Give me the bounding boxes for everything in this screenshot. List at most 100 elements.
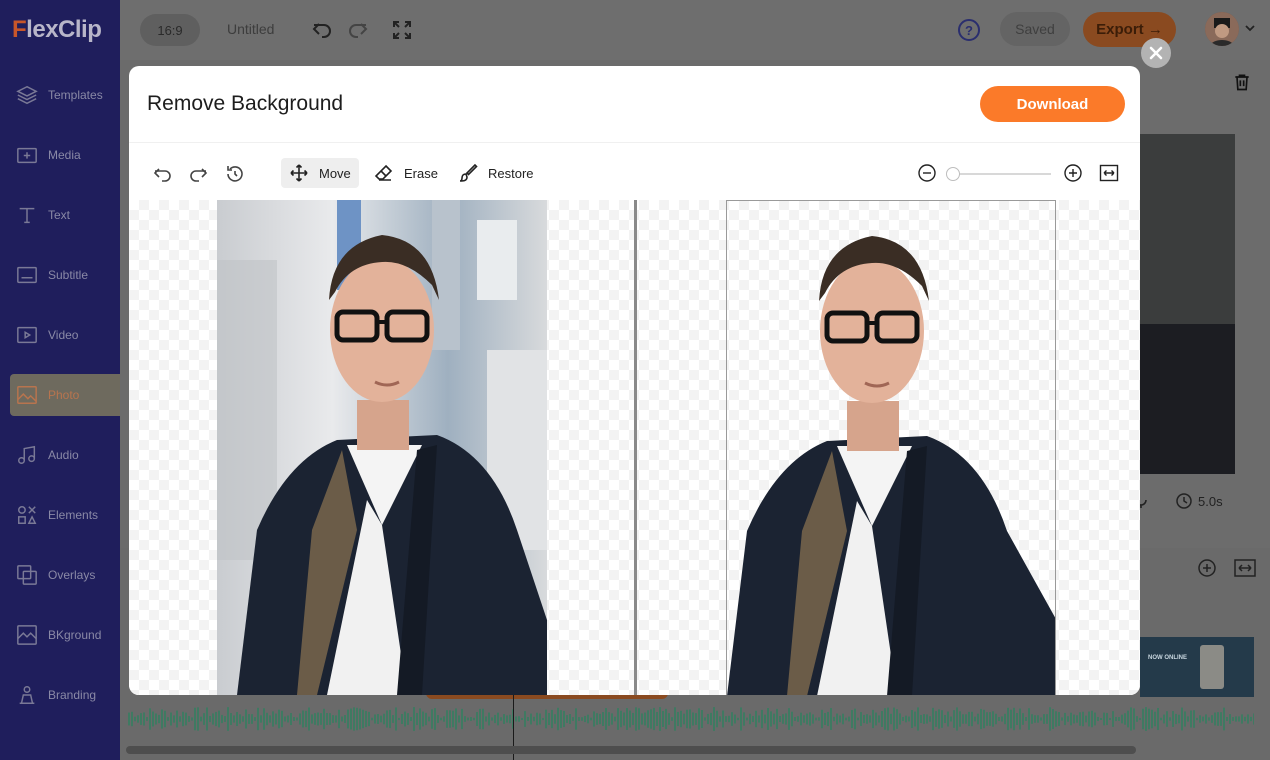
waveform-bar — [902, 717, 904, 721]
waveform-bar — [413, 707, 415, 731]
waveform-bar — [848, 716, 850, 722]
waveform-bar — [1073, 714, 1075, 724]
sidebar-item-label: Media — [48, 148, 81, 162]
waveform-bar — [500, 717, 502, 721]
aspect-ratio-button[interactable]: 16:9 — [140, 14, 200, 46]
waveform-bar — [242, 716, 244, 722]
close-modal-button[interactable] — [1141, 38, 1171, 68]
undo-icon[interactable] — [310, 18, 334, 42]
preview-subject — [1140, 324, 1235, 474]
waveform-bar — [419, 708, 421, 730]
sidebar-item-label: Video — [48, 328, 79, 342]
waveform-bar — [287, 715, 289, 723]
waveform-bar — [977, 713, 979, 725]
sidebar-item-text[interactable]: Text — [0, 194, 120, 236]
waveform-bar — [554, 714, 556, 724]
remove-bg-canvas[interactable] — [129, 200, 1140, 695]
sidebar-item-media[interactable]: Media — [0, 134, 120, 176]
waveform-bar — [455, 708, 457, 730]
waveform-bar — [653, 707, 655, 731]
redo-icon[interactable] — [187, 163, 209, 185]
audio-waveform[interactable] — [128, 705, 1254, 733]
waveform-bar — [944, 714, 946, 724]
download-button[interactable]: Download — [980, 86, 1125, 122]
waveform-bar — [266, 712, 268, 726]
sidebar-item-background[interactable]: BKground — [0, 614, 120, 656]
waveform-bar — [698, 708, 700, 730]
waveform-bar — [965, 714, 967, 724]
waveform-bar — [641, 713, 643, 725]
zoom-slider-handle[interactable] — [946, 167, 960, 181]
fullscreen-icon[interactable] — [390, 18, 414, 42]
waveform-bar — [635, 707, 637, 731]
waveform-bar — [326, 713, 328, 725]
zoom-in-icon[interactable] — [1197, 558, 1217, 578]
avatar[interactable] — [1205, 12, 1239, 46]
waveform-bar — [284, 716, 286, 722]
sidebar-item-photo[interactable]: Photo — [10, 374, 120, 416]
preview-canvas[interactable] — [1140, 134, 1235, 474]
chevron-down-icon[interactable] — [1244, 22, 1256, 34]
flexclip-logo[interactable]: FlexClip — [12, 16, 102, 44]
waveform-bar — [845, 717, 847, 721]
sidebar-item-video[interactable]: Video — [0, 314, 120, 356]
waveform-bar — [185, 712, 187, 726]
waveform-bar — [1211, 715, 1213, 723]
waveform-bar — [317, 712, 319, 726]
waveform-bar — [443, 716, 445, 722]
waveform-bar — [236, 711, 238, 727]
waveform-bar — [1208, 717, 1210, 721]
waveform-bar — [632, 712, 634, 726]
sidebar-item-overlays[interactable]: Overlays — [0, 554, 120, 596]
waveform-bar — [995, 713, 997, 725]
restore-tool[interactable]: Restore — [450, 158, 542, 188]
waveform-bar — [167, 717, 169, 721]
sidebar-item-audio[interactable]: Audio — [0, 434, 120, 476]
trash-icon[interactable] — [1232, 72, 1252, 92]
waveform-bar — [593, 711, 595, 727]
project-title[interactable]: Untitled — [227, 21, 274, 37]
waveform-bar — [293, 717, 295, 721]
media-folder-icon — [17, 147, 37, 164]
waveform-bar — [986, 712, 988, 726]
sidebar-item-branding[interactable]: Branding — [0, 674, 120, 716]
waveform-bar — [980, 708, 982, 730]
reset-icon[interactable] — [224, 163, 246, 185]
erase-tool[interactable]: Erase — [366, 158, 446, 188]
waveform-bar — [245, 709, 247, 729]
sidebar-item-templates[interactable]: Templates — [0, 74, 120, 116]
waveform-bar — [1025, 717, 1027, 721]
waveform-bar — [329, 713, 331, 725]
waveform-bar — [863, 714, 865, 724]
redo-icon[interactable] — [346, 18, 370, 42]
waveform-bar — [680, 710, 682, 728]
waveform-bar — [1097, 716, 1099, 722]
sidebar-item-elements[interactable]: Elements — [0, 494, 120, 536]
waveform-bar — [290, 713, 292, 725]
waveform-bar — [701, 710, 703, 728]
waveform-bar — [692, 712, 694, 726]
move-tool[interactable]: Move — [281, 158, 359, 188]
waveform-bar — [938, 709, 940, 729]
waveform-bar — [158, 714, 160, 724]
sidebar-item-label: BKground — [48, 628, 102, 642]
zoom-in-icon[interactable] — [1063, 163, 1083, 183]
zoom-slider-track[interactable] — [947, 173, 1051, 175]
waveform-bar — [719, 716, 721, 722]
waveform-bar — [743, 712, 745, 726]
fit-width-icon[interactable] — [1234, 558, 1256, 578]
timeline-scrollbar[interactable] — [126, 746, 1136, 754]
scene-duration[interactable]: 5.0s — [1198, 494, 1223, 509]
comparison-divider[interactable] — [634, 200, 637, 695]
waveform-bar — [374, 714, 376, 724]
zoom-out-icon[interactable] — [917, 163, 937, 183]
sidebar-item-label: Audio — [48, 448, 79, 462]
waveform-bar — [695, 713, 697, 725]
waveform-bar — [833, 716, 835, 722]
sidebar-item-subtitle[interactable]: Subtitle — [0, 254, 120, 296]
waveform-bar — [974, 716, 976, 722]
fit-to-screen-icon[interactable] — [1099, 163, 1119, 183]
undo-icon[interactable] — [152, 163, 174, 185]
help-button[interactable]: ? — [958, 19, 980, 41]
timeline-clip-thumbnail[interactable]: NOW ONLINE — [1140, 637, 1254, 697]
